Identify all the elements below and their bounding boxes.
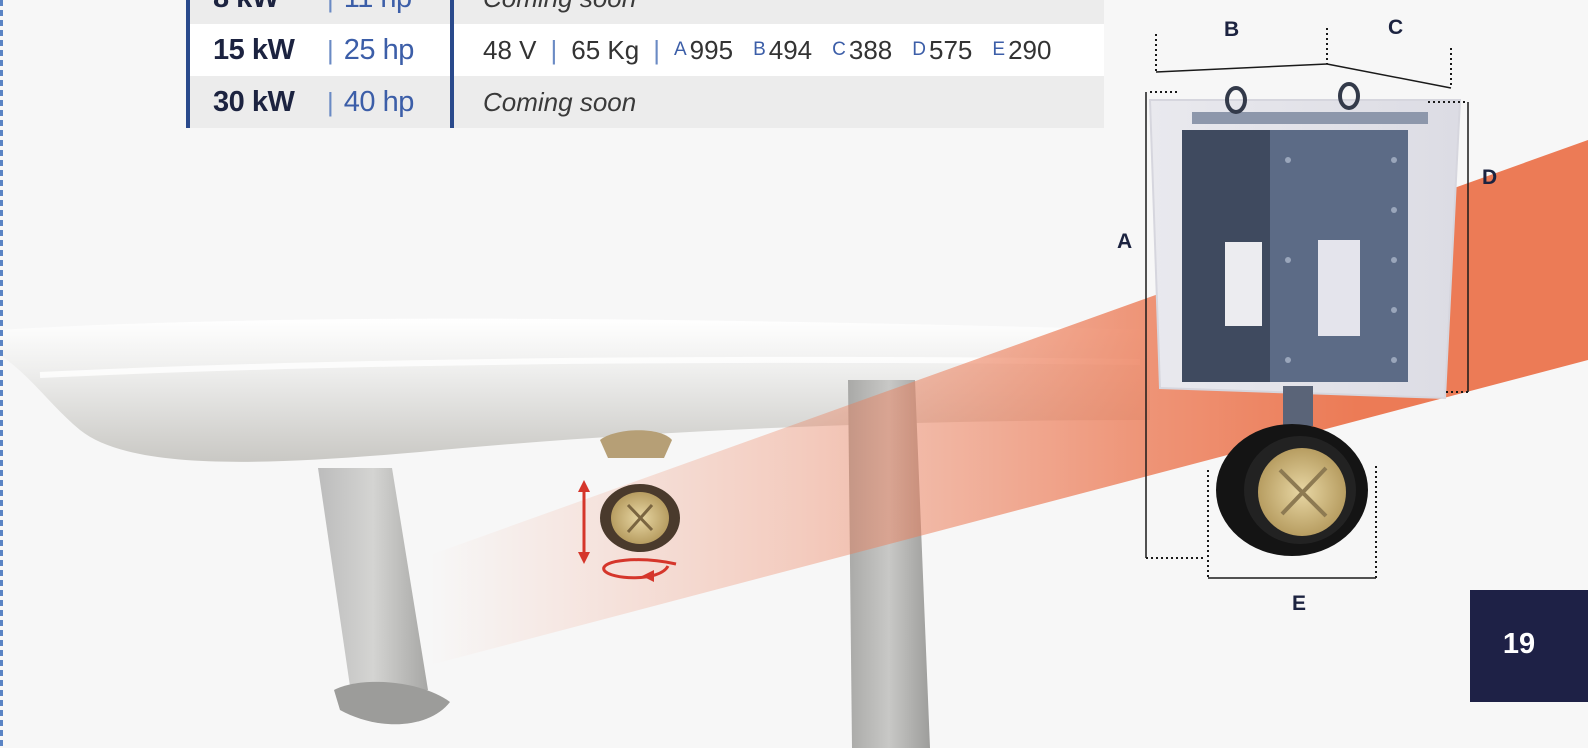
dim-letter-d: D: [912, 39, 926, 60]
spec-cell: Coming soon: [454, 87, 636, 118]
power-kw: 30 kW: [213, 85, 295, 118]
separator: |: [327, 86, 334, 117]
spec-cell: 48 V | 65 Kg | A 995 B 494 C 388 D 575 E…: [454, 35, 1051, 66]
page-edge-decoration: [0, 0, 3, 748]
dim-value-d: 575: [929, 34, 973, 65]
dim-letter-c: C: [832, 39, 846, 60]
voltage-value: 48 V: [483, 34, 537, 65]
dimension-label-c: C: [1388, 16, 1404, 39]
dimension-label-a: A: [1117, 230, 1133, 253]
dim-letter-b: B: [753, 39, 766, 60]
separator: |: [327, 0, 334, 14]
power-kw: 8 kW: [213, 0, 323, 15]
spec-table: 8 kW | 11 hp Coming soon 15 kW | 25 hp 4…: [186, 0, 1104, 128]
status-text: Coming soon: [483, 0, 636, 14]
dimension-label-b: B: [1224, 18, 1240, 41]
status-text: Coming soon: [483, 86, 637, 117]
dim-value-e: 290: [1008, 34, 1052, 65]
thruster-unit-image: [1148, 82, 1462, 556]
brochure-page: 8 kW | 11 hp Coming soon 15 kW | 25 hp 4…: [0, 0, 1588, 748]
dim-letter-a: A: [673, 39, 687, 60]
separator: |: [653, 34, 660, 65]
dim-value-c: 388: [848, 34, 893, 65]
dimension-label-d: D: [1482, 166, 1498, 189]
dim-letter-e: E: [992, 39, 1006, 60]
page-number: 19: [1502, 628, 1536, 660]
separator: |: [550, 34, 558, 65]
power-cell: 15 kW | 25 hp: [186, 24, 454, 76]
power-cell: 30 kW | 40 hp: [186, 76, 454, 128]
power-hp: 25 hp: [343, 33, 415, 66]
spec-row-30kw: 30 kW | 40 hp Coming soon: [186, 76, 1104, 128]
power-hp: 40 hp: [343, 85, 415, 118]
dimension-label-e: E: [1292, 592, 1307, 615]
dim-value-a: 995: [689, 34, 734, 65]
weight-value: 65 Kg: [571, 34, 640, 65]
power-hp: 11 hp: [344, 0, 412, 15]
spec-cell: Coming soon: [454, 0, 636, 24]
spec-row-15kw: 15 kW | 25 hp 48 V | 65 Kg | A 995 B 494…: [186, 24, 1104, 76]
spec-row-8kw: 8 kW | 11 hp Coming soon: [186, 0, 1104, 24]
power-cell: 8 kW | 11 hp: [186, 0, 454, 24]
power-kw: 15 kW: [213, 33, 295, 66]
dim-value-b: 494: [768, 34, 813, 65]
separator: |: [327, 34, 334, 65]
